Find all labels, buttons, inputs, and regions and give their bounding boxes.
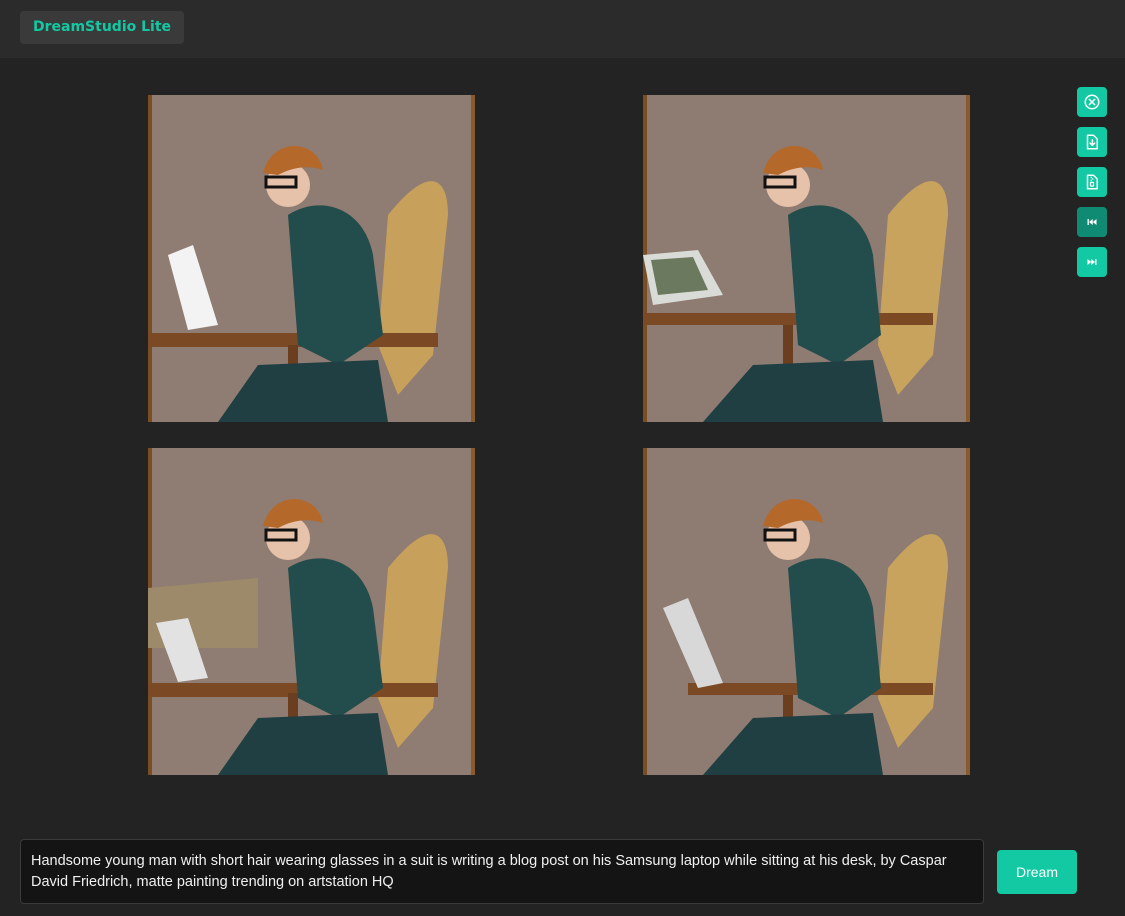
generated-image-3[interactable] — [148, 448, 475, 775]
dream-button[interactable]: Dream — [997, 850, 1077, 894]
generated-image-2[interactable] — [643, 95, 970, 422]
close-circle-icon — [1084, 94, 1100, 110]
image-3-painting — [148, 448, 475, 775]
zip-download-icon — [1086, 174, 1098, 190]
generated-image-1[interactable] — [148, 95, 475, 422]
download-button[interactable] — [1077, 127, 1107, 157]
next-button[interactable] — [1077, 247, 1107, 277]
close-button[interactable] — [1077, 87, 1107, 117]
image-4-painting — [643, 448, 970, 775]
image-2-painting — [643, 95, 970, 422]
top-bar: DreamStudio Lite — [0, 0, 1125, 58]
download-icon — [1086, 134, 1098, 150]
brand-button[interactable]: DreamStudio Lite — [20, 11, 185, 44]
previous-icon — [1087, 219, 1097, 225]
generated-image-4[interactable] — [643, 448, 970, 775]
side-toolbar — [1077, 87, 1107, 287]
image-1-painting — [148, 95, 475, 422]
zip-download-button[interactable] — [1077, 167, 1107, 197]
previous-button[interactable] — [1077, 207, 1107, 237]
prompt-input[interactable]: Handsome young man with short hair weari… — [20, 839, 984, 904]
next-icon — [1087, 259, 1097, 265]
